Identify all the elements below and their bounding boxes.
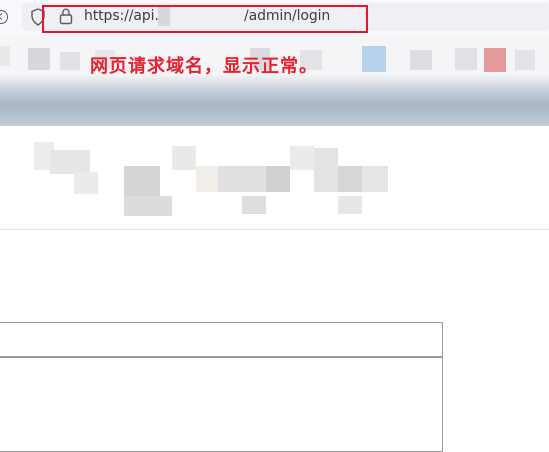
annotation-text: 网页请求域名，显示正常。 (90, 56, 318, 76)
login-panel-header (0, 323, 442, 358)
content-divider (0, 229, 549, 230)
url-highlight-box (42, 5, 368, 33)
reload-icon[interactable] (0, 10, 8, 24)
browser-toolbar: https://api. /admin/login (0, 0, 549, 35)
login-panel (0, 322, 443, 452)
blurred-banner (0, 34, 549, 126)
